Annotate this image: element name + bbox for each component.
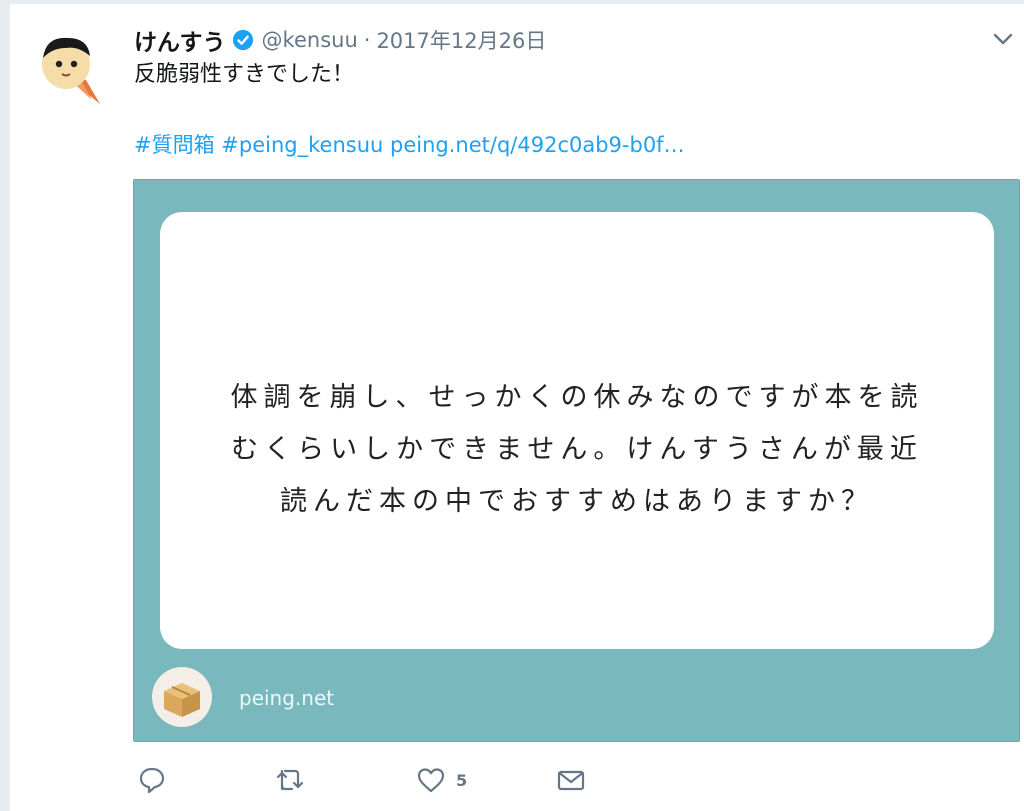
- header-separator: ·: [363, 28, 371, 52]
- display-name[interactable]: けんすう: [134, 23, 226, 57]
- retweet-icon: [276, 769, 304, 791]
- link-card[interactable]: 体調を崩し、せっかくの休みなのですが本を読 むくらいしかできません。けんすうさん…: [133, 179, 1020, 742]
- hashtag-link[interactable]: #peing_kensuu: [221, 133, 383, 157]
- tweet-timestamp[interactable]: 2017年12月26日: [376, 25, 546, 55]
- avatar[interactable]: [38, 30, 104, 106]
- message-button[interactable]: [556, 764, 586, 796]
- tweet-header: けんすう @kensuu · 2017年12月26日: [134, 24, 546, 56]
- chevron-down-icon[interactable]: [990, 26, 1016, 52]
- question-line: 読んだ本の中でおすすめはありますか？: [280, 486, 874, 517]
- heart-icon: [417, 768, 445, 793]
- like-count: 5: [456, 770, 468, 790]
- reply-button[interactable]: [137, 764, 167, 796]
- timeline-left-border: [0, 0, 10, 811]
- like-button[interactable]: 5: [416, 764, 467, 796]
- box-logo-icon: [152, 667, 212, 727]
- question-line: むくらいしかできません。けんすうさんが最近: [231, 434, 923, 465]
- reply-icon: [139, 767, 165, 794]
- question-text: 体調を崩し、せっかくの休みなのですが本を読 むくらいしかできません。けんすうさん…: [196, 372, 958, 528]
- url-link[interactable]: peing.net/q/492c0ab9-b0f…: [390, 133, 685, 157]
- question-line: 体調を崩し、せっかくの休みなのですが本を読: [230, 382, 924, 413]
- envelope-icon: [557, 770, 585, 791]
- avatar-illustration: [42, 37, 100, 104]
- retweet-button[interactable]: [275, 764, 305, 796]
- tweet-links: #質問箱 #peing_kensuu peing.net/q/492c0ab9-…: [134, 130, 685, 160]
- question-panel: 体調を崩し、せっかくの休みなのですが本を読 むくらいしかできません。けんすうさん…: [160, 212, 994, 649]
- timeline-top-border: [10, 0, 1024, 4]
- hashtag-link[interactable]: #質問箱: [134, 133, 215, 157]
- tweet-actions: 5: [133, 760, 693, 800]
- verified-badge-icon: [232, 29, 253, 51]
- user-handle[interactable]: @kensuu: [262, 28, 358, 52]
- tweet-text: 反脆弱性すきでした！: [134, 62, 355, 87]
- card-domain: peing.net: [239, 686, 335, 710]
